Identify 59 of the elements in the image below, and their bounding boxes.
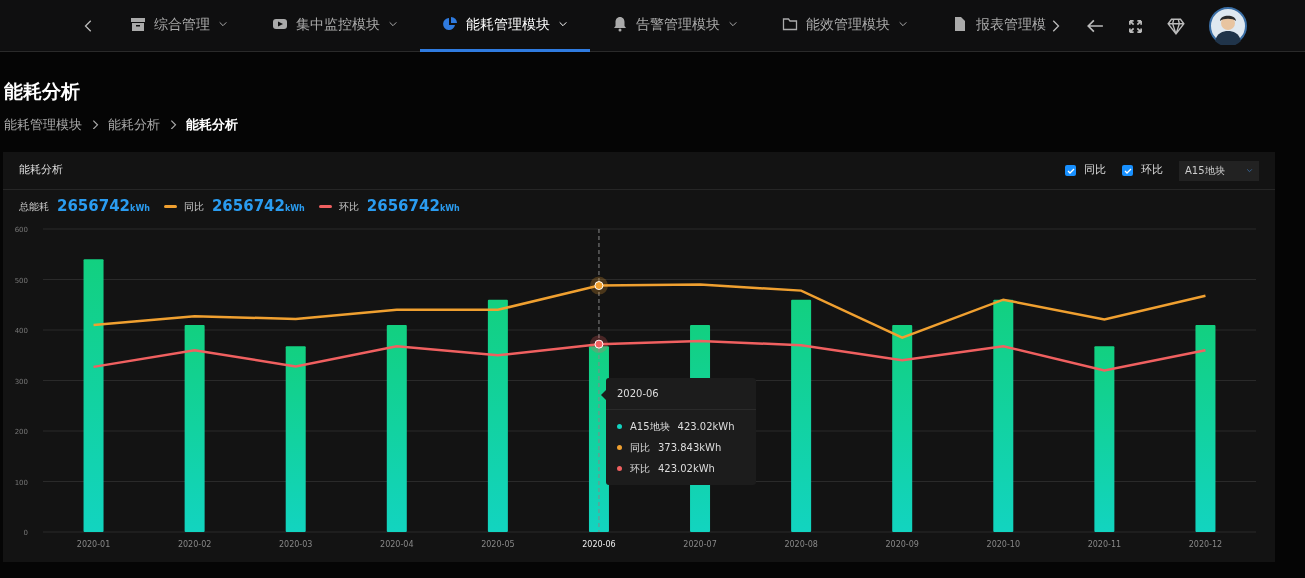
- avatar[interactable]: [1209, 6, 1247, 45]
- summary-value: 2656742kWh: [211, 196, 305, 217]
- region-select[interactable]: A15地块: [1179, 160, 1259, 181]
- fullscreen-icon: [1128, 18, 1143, 34]
- axis-label: 2020-09: [885, 540, 919, 549]
- axis-label: 2020-03: [279, 540, 313, 549]
- chevron-down-icon: [558, 19, 568, 29]
- axis-label: 2020-01: [76, 540, 111, 549]
- breadcrumb-item: 能耗分析: [186, 115, 238, 134]
- page-title: 能耗分析: [3, 79, 81, 104]
- check-icon: [1123, 166, 1132, 175]
- nav-tab[interactable]: 告警管理模块: [590, 0, 760, 52]
- chevron-right-icon: [90, 119, 100, 130]
- axis-label: 2020-10: [986, 540, 1020, 549]
- axis-label: 2020-04: [380, 540, 414, 549]
- axis-label: 2020-06: [582, 540, 616, 549]
- chevron-down-icon: [728, 19, 738, 29]
- summary-value: 2656742kWh: [366, 196, 460, 217]
- tooltip-title: 2020-06: [605, 378, 756, 410]
- summary-label: 总能耗: [19, 199, 49, 214]
- nav-tab[interactable]: 集中监控模块: [250, 0, 420, 52]
- breadcrumb-item[interactable]: 能耗管理模块: [4, 114, 82, 134]
- file-icon: [952, 16, 968, 32]
- chevron-down-icon: [898, 19, 908, 29]
- breadcrumb-item[interactable]: 能耗分析: [108, 114, 160, 134]
- nav-tab[interactable]: 综合管理: [108, 0, 250, 52]
- tooltip-value: 373.843kWh: [657, 441, 722, 455]
- axis-label: 2020-07: [683, 540, 717, 549]
- tooltip-value: 423.02kWh: [657, 462, 715, 476]
- nav-tab[interactable]: 报表管理模: [930, 0, 1046, 52]
- chevron-down-icon: [388, 19, 398, 29]
- folder-icon: [782, 16, 798, 32]
- axis-label: 2020-02: [177, 540, 212, 549]
- series-name: A15地块: [629, 420, 670, 434]
- summary-label: 环比: [338, 199, 359, 214]
- checkbox[interactable]: 同比: [1065, 162, 1106, 179]
- series-name: 环比: [629, 462, 650, 476]
- chevron-down-icon: [1246, 167, 1253, 174]
- chevron-right-icon: [168, 119, 178, 130]
- check-icon: [1066, 166, 1075, 175]
- axis-label: 2020-08: [784, 540, 818, 549]
- tooltip-value: 423.02kWh: [677, 420, 735, 434]
- summary-value: 2656742kWh: [57, 196, 150, 217]
- bell-icon: [612, 16, 628, 32]
- axis-label: 2020-12: [1188, 540, 1223, 549]
- diamond-icon: [1167, 17, 1185, 35]
- chevron-down-icon: [218, 19, 228, 29]
- pie-chart-icon: [442, 16, 458, 32]
- arrow-left-icon: [1086, 17, 1104, 35]
- summary-label: 同比: [183, 199, 204, 214]
- archive-icon: [130, 16, 146, 32]
- axis-label: 2020-05: [481, 540, 515, 549]
- card-title: 能耗分析: [19, 162, 63, 179]
- checkbox[interactable]: 环比: [1122, 162, 1163, 179]
- video-icon: [272, 16, 288, 32]
- series-name: 同比: [629, 441, 650, 455]
- nav-tab[interactable]: 能效管理模块: [760, 0, 930, 52]
- nav-tab[interactable]: 能耗管理模块: [420, 0, 590, 52]
- axis-label: 2020-11: [1087, 540, 1122, 549]
